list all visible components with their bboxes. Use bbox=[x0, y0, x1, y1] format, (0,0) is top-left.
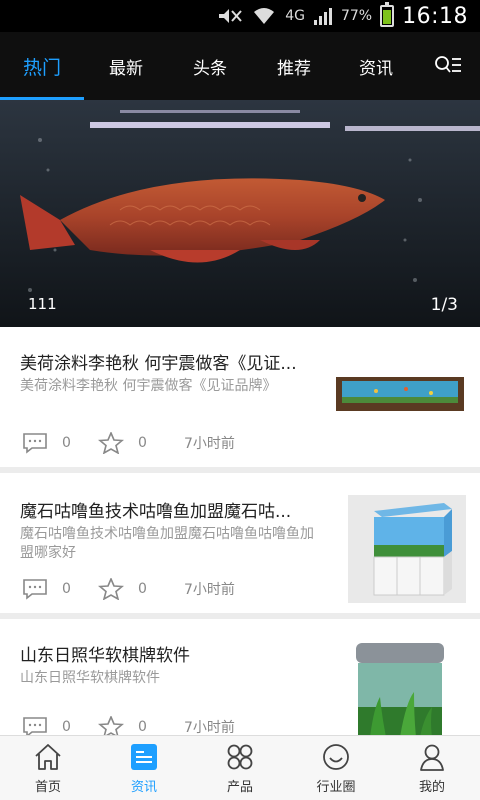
bottom-nav-products[interactable]: 产品 bbox=[192, 736, 288, 800]
comment-count: 0 bbox=[62, 435, 71, 451]
bottom-nav-bar: 首页 资讯 产品 行业圈 我的 bbox=[0, 735, 480, 800]
bottom-nav-label: 我的 bbox=[418, 780, 445, 795]
news-meta: 0 0 7小时前 bbox=[22, 577, 235, 601]
category-menu-button[interactable] bbox=[426, 32, 470, 100]
news-time: 7小时前 bbox=[184, 436, 235, 452]
banner-image bbox=[0, 100, 480, 327]
news-thumbnail bbox=[350, 637, 450, 735]
signal-icon bbox=[313, 8, 332, 25]
bottom-nav-label: 资讯 bbox=[130, 780, 157, 795]
bottom-nav-label: 产品 bbox=[226, 780, 253, 795]
like-count: 0 bbox=[138, 581, 147, 597]
news-icon bbox=[131, 744, 157, 770]
home-icon bbox=[35, 744, 61, 770]
tab-hot[interactable]: 热门 bbox=[0, 32, 84, 100]
news-title: 魔石咕噜鱼技术咕噜鱼加盟魔石咕... bbox=[20, 502, 292, 522]
bottom-nav-label: 行业圈 bbox=[316, 780, 356, 795]
bottom-nav-mine[interactable]: 我的 bbox=[384, 736, 480, 800]
user-icon bbox=[420, 744, 444, 771]
news-list[interactable]: 美荷涂料李艳秋 何宇震做客《见证... 美荷涂料李艳秋 何宇震做客《见证品牌》 … bbox=[0, 327, 480, 735]
tab-headlines[interactable]: 头条 bbox=[168, 32, 252, 100]
network-type: 4G bbox=[285, 8, 305, 24]
news-meta: 0 0 7小时前 bbox=[22, 431, 235, 455]
banner-caption: 111 bbox=[28, 295, 57, 313]
top-tab-bar: 热门 最新 头条 推荐 资讯 bbox=[0, 32, 480, 100]
list-search-icon bbox=[435, 56, 461, 73]
star-icon[interactable] bbox=[98, 578, 124, 600]
like-count: 0 bbox=[138, 435, 147, 451]
status-bar: 4G 77% 16:18 bbox=[0, 0, 480, 32]
smile-icon bbox=[323, 744, 349, 770]
banner-carousel[interactable]: 111 1/3 bbox=[0, 100, 480, 327]
bottom-nav-label: 首页 bbox=[34, 780, 61, 795]
news-time: 7小时前 bbox=[184, 720, 235, 735]
comment-icon[interactable] bbox=[22, 578, 48, 600]
news-thumbnail bbox=[336, 377, 464, 411]
news-thumbnail bbox=[348, 495, 466, 603]
wifi-icon bbox=[254, 8, 275, 24]
battery-icon bbox=[380, 2, 395, 27]
banner-page-counter: 1/3 bbox=[430, 295, 458, 315]
comment-icon[interactable] bbox=[22, 432, 48, 454]
news-title: 山东日照华软棋牌软件 bbox=[20, 646, 190, 666]
star-icon[interactable] bbox=[98, 716, 124, 735]
mute-icon bbox=[219, 9, 242, 23]
bottom-nav-home[interactable]: 首页 bbox=[0, 736, 96, 800]
bottom-nav-news[interactable]: 资讯 bbox=[96, 736, 192, 800]
news-item-2[interactable]: 魔石咕噜鱼技术咕噜鱼加盟魔石咕... 魔石咕噜鱼技术咕噜鱼加盟魔石咕噜鱼咕噜鱼加… bbox=[0, 473, 480, 613]
like-count: 0 bbox=[138, 719, 147, 735]
news-title: 美荷涂料李艳秋 何宇震做客《见证... bbox=[20, 354, 297, 374]
tab-news[interactable]: 资讯 bbox=[334, 32, 418, 100]
star-icon[interactable] bbox=[98, 432, 124, 454]
news-item-1[interactable]: 美荷涂料李艳秋 何宇震做客《见证... 美荷涂料李艳秋 何宇震做客《见证品牌》 … bbox=[0, 327, 480, 467]
news-meta: 0 0 7小时前 bbox=[22, 715, 235, 735]
news-summary: 魔石咕噜鱼技术咕噜鱼加盟魔石咕噜鱼咕噜鱼加盟哪家好 bbox=[20, 526, 314, 561]
bottom-nav-industry-circle[interactable]: 行业圈 bbox=[288, 736, 384, 800]
news-time: 7小时前 bbox=[184, 582, 235, 598]
clock: 16:18 bbox=[402, 3, 468, 29]
news-item-3[interactable]: 山东日照华软棋牌软件 山东日照华软棋牌软件 0 0 7小时前 bbox=[0, 619, 480, 735]
comment-count: 0 bbox=[62, 719, 71, 735]
tab-latest[interactable]: 最新 bbox=[84, 32, 168, 100]
comment-count: 0 bbox=[62, 581, 71, 597]
comment-icon[interactable] bbox=[22, 716, 48, 735]
products-icon bbox=[227, 744, 253, 770]
battery-percent: 77% bbox=[340, 8, 373, 24]
news-summary: 山东日照华软棋牌软件 bbox=[20, 670, 160, 686]
tab-recommended[interactable]: 推荐 bbox=[252, 32, 336, 100]
news-summary: 美荷涂料李艳秋 何宇震做客《见证品牌》 bbox=[20, 378, 277, 394]
